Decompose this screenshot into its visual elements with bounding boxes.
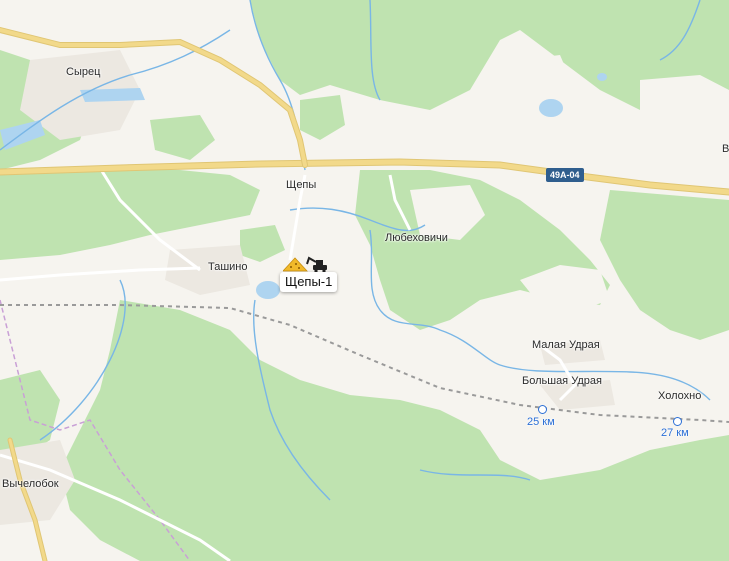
forest-small-3 (240, 225, 285, 262)
map-canvas[interactable]: 49А-04 Сырец Щепы Любеховичи Ташино Мала… (0, 0, 729, 561)
place-label-edge[interactable]: В (722, 143, 729, 155)
place-label-syrets[interactable]: Сырец (66, 66, 100, 78)
map-base-layer (0, 0, 729, 561)
km-marker-25-label[interactable]: 25 км (527, 416, 555, 428)
place-label-kholokhno[interactable]: Холохно (658, 390, 701, 402)
road-shield-49a-04: 49А-04 (546, 168, 584, 182)
sand-pit-excavator-icon (282, 256, 327, 273)
forest-central (0, 168, 260, 260)
km-marker-25-icon (538, 405, 547, 414)
forest-east (600, 190, 729, 340)
place-label-vychelobok[interactable]: Вычелобок (2, 478, 59, 490)
place-label-tashino[interactable]: Ташино (208, 261, 248, 273)
sand-pit-label[interactable]: Щепы-1 (280, 272, 338, 292)
forest-small-1 (300, 95, 345, 140)
km-marker-27-icon (673, 417, 682, 426)
place-label-bolshaya-udraya[interactable]: Большая Удрая (522, 375, 602, 387)
forest-small-2 (150, 115, 215, 160)
place-label-malaya-udraya[interactable]: Малая Удрая (532, 339, 600, 351)
km-marker-27-label[interactable]: 27 км (661, 427, 689, 439)
place-label-lyubekhovichi[interactable]: Любеховичи (385, 232, 448, 244)
place-label-shchepy[interactable]: Щепы (286, 179, 316, 191)
